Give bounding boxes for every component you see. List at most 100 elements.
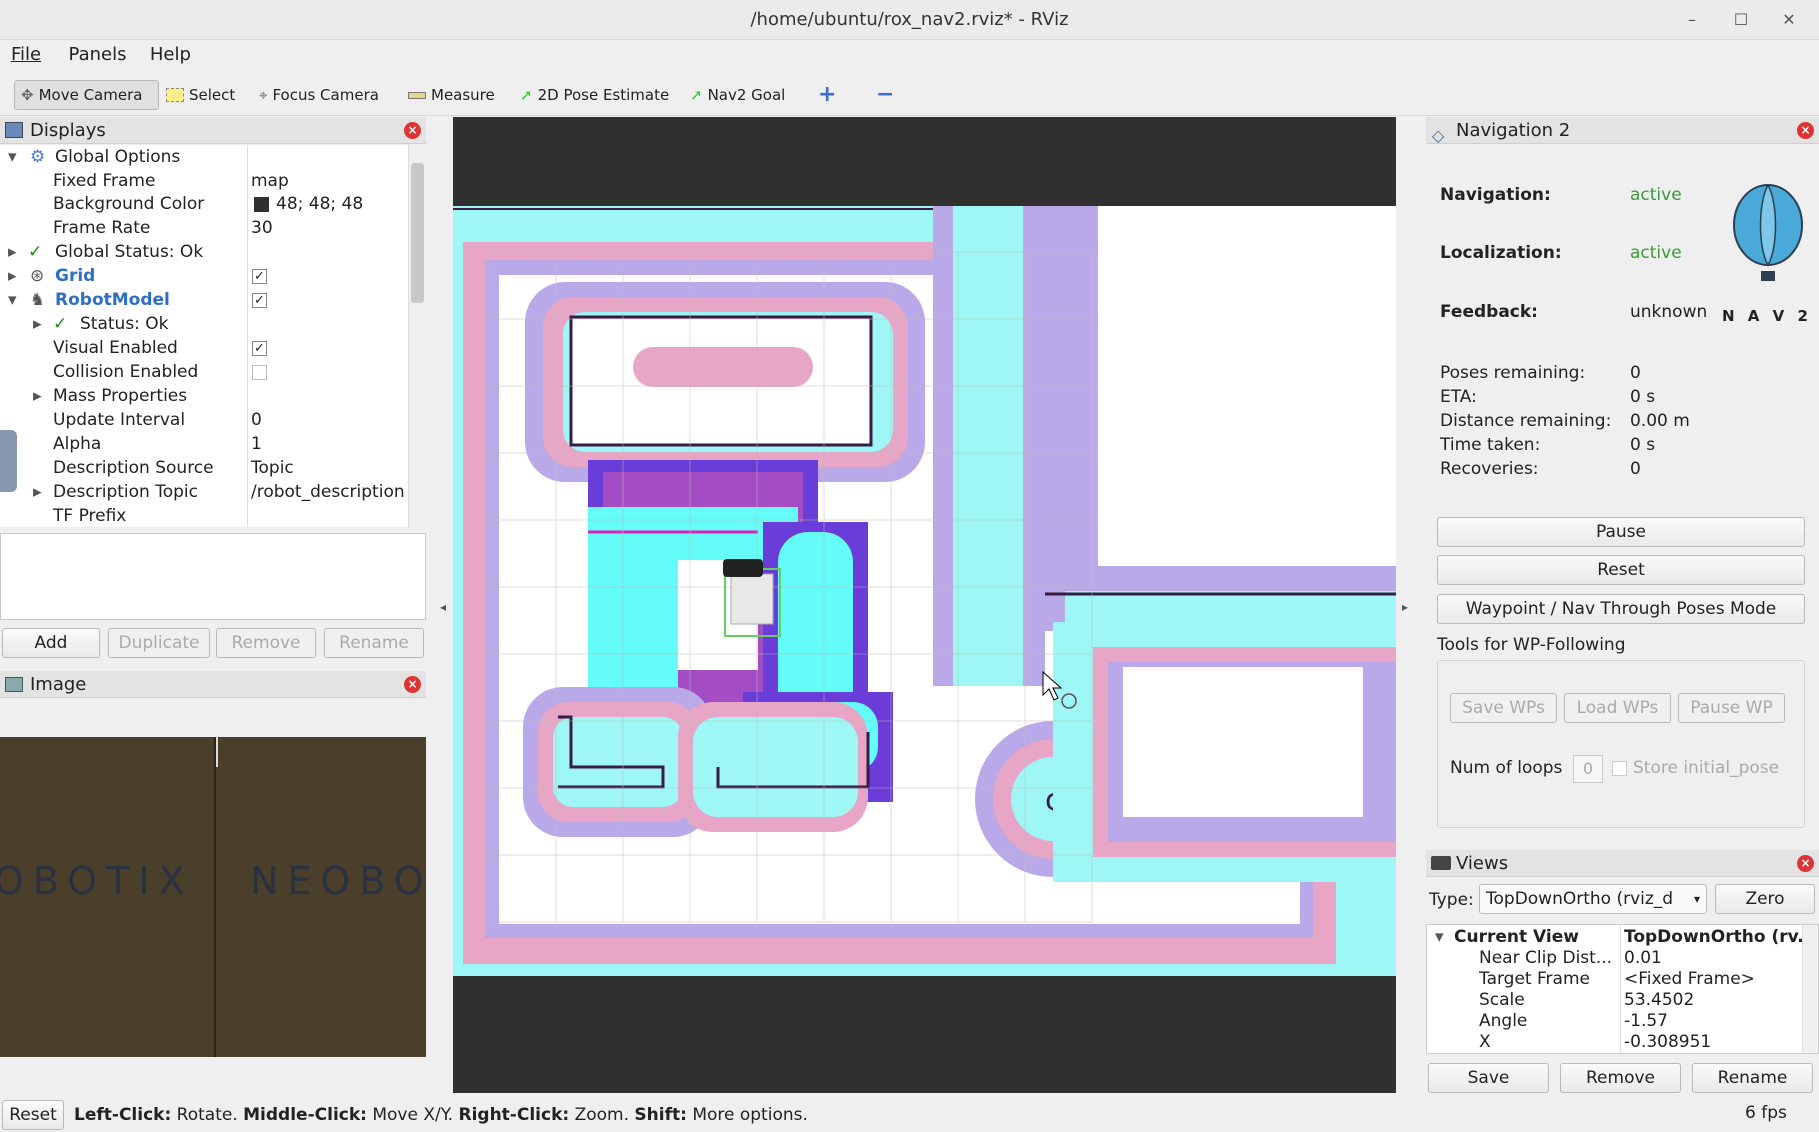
pause-wp-button[interactable]: Pause WP: [1678, 693, 1785, 723]
row-label: Global Status: Ok: [55, 242, 204, 262]
pose-estimate-tool[interactable]: ➚ 2D Pose Estimate: [514, 80, 675, 110]
nav2-goal-label: Nav2 Goal: [707, 86, 786, 104]
row-label: Description Topic: [53, 482, 198, 502]
robot-icon: ♞: [30, 290, 46, 310]
add-display-button[interactable]: Add: [2, 628, 100, 658]
zero-view-button[interactable]: Zero: [1715, 884, 1815, 914]
reset-button[interactable]: Reset: [2, 1100, 64, 1130]
row-value[interactable]: 1: [251, 432, 262, 456]
collision-enabled-checkbox[interactable]: [252, 365, 267, 380]
waypoint-mode-button[interactable]: Waypoint / Nav Through Poses Mode: [1437, 594, 1805, 624]
move-camera-label: Move Camera: [38, 86, 143, 104]
row-value[interactable]: 0: [251, 408, 262, 432]
focus-camera-tool[interactable]: ⌖ Focus Camera: [253, 80, 385, 110]
navigation-status: active: [1630, 185, 1682, 205]
select-tool[interactable]: Select: [160, 80, 241, 110]
focus-camera-icon: ⌖: [259, 86, 268, 104]
recoveries-value: 0: [1630, 459, 1641, 479]
pause-button[interactable]: Pause: [1437, 517, 1805, 547]
reset-nav-button[interactable]: Reset: [1437, 555, 1805, 585]
poses-remaining-label: Poses remaining:: [1440, 363, 1586, 383]
time-taken-label: Time taken:: [1440, 435, 1541, 455]
nav2-logo-text: N A V 2: [1722, 307, 1812, 325]
hint-text: Move X/Y.: [372, 1105, 454, 1125]
store-initial-checkbox[interactable]: [1612, 761, 1627, 776]
views-scrollbar[interactable]: [1802, 925, 1818, 1053]
visual-enabled-checkbox[interactable]: ✓: [252, 341, 267, 356]
rename-view-button[interactable]: Rename: [1692, 1063, 1813, 1093]
toolbar: ✥ Move Camera Select ⌖ Focus Camera Measur…: [0, 70, 1819, 116]
close-icon[interactable]: ×: [404, 122, 421, 139]
measure-tool[interactable]: Measure: [402, 80, 501, 110]
row-label: Visual Enabled: [53, 338, 178, 358]
status-hint: Left-Click: Rotate. Middle-Click: Move X…: [74, 1105, 808, 1125]
close-icon[interactable]: ×: [1797, 855, 1814, 872]
window-title: /home/ubuntu/rox_nav2.rviz* - RViz: [750, 9, 1069, 30]
num-loops-input[interactable]: 0: [1573, 755, 1603, 783]
close-icon[interactable]: ×: [404, 676, 421, 693]
row-value[interactable]: 30: [251, 216, 273, 240]
view-type-select[interactable]: TopDownOrtho (rviz_d ▾: [1479, 884, 1707, 914]
side-dock-handle[interactable]: [0, 430, 17, 492]
store-initial-label: Store initial_pose: [1633, 758, 1780, 778]
row-label: Alpha: [53, 434, 102, 454]
hint-key: Middle-Click:: [243, 1105, 367, 1125]
nav2-title: Navigation 2: [1456, 120, 1571, 141]
hint-text: More options.: [692, 1105, 808, 1125]
displays-scrollbar[interactable]: [408, 145, 426, 527]
measure-label: Measure: [431, 86, 495, 104]
row-value[interactable]: /robot_description: [251, 480, 405, 504]
camera-icon: [1431, 856, 1451, 870]
feedback-status: unknown: [1630, 302, 1708, 322]
nav2-goal-tool[interactable]: ➚ Nav2 Goal: [684, 80, 791, 110]
save-wps-button[interactable]: Save WPs: [1450, 693, 1557, 723]
row-label: Mass Properties: [53, 386, 188, 406]
localization-label: Localization:: [1440, 243, 1562, 263]
move-camera-tool[interactable]: ✥ Move Camera: [14, 80, 159, 110]
distance-remaining-value: 0.00 m: [1630, 411, 1690, 431]
minimize-button[interactable]: –: [1680, 8, 1704, 32]
row-label: X: [1479, 1032, 1491, 1052]
row-label: Collision Enabled: [53, 362, 199, 382]
grid-checkbox[interactable]: ✓: [252, 269, 267, 284]
row-value[interactable]: 48; 48; 48: [276, 192, 363, 216]
remove-tool-button[interactable]: −: [870, 80, 900, 110]
menu-file[interactable]: File: [0, 40, 41, 65]
maximize-button[interactable]: ☐: [1729, 8, 1753, 32]
collapse-right-icon[interactable]: ▸: [1402, 600, 1408, 614]
select-label: Select: [189, 86, 236, 104]
camera-text-right: NEOBOT: [250, 859, 426, 903]
navigation-label: Navigation:: [1440, 185, 1551, 205]
close-window-button[interactable]: ✕: [1777, 8, 1801, 32]
monitor-icon: [5, 122, 23, 138]
scrollbar-thumb[interactable]: [411, 163, 424, 303]
row-label: Fixed Frame: [53, 171, 156, 191]
robotmodel-checkbox[interactable]: ✓: [252, 293, 267, 308]
duplicate-display-button[interactable]: Duplicate: [108, 628, 210, 658]
menu-panels[interactable]: Panels: [47, 40, 127, 65]
load-wps-button[interactable]: Load WPs: [1564, 693, 1671, 723]
collapse-left-icon[interactable]: ◂: [440, 600, 446, 614]
save-view-button[interactable]: Save: [1428, 1063, 1549, 1093]
add-tool-button[interactable]: +: [812, 80, 842, 110]
menu-help[interactable]: Help: [132, 40, 191, 65]
remove-view-button[interactable]: Remove: [1560, 1063, 1681, 1093]
green-arrow-icon: ➚: [690, 86, 703, 104]
remove-display-button[interactable]: Remove: [216, 628, 316, 658]
display-description-area: [0, 533, 426, 620]
grid-icon: ⊛: [30, 266, 45, 286]
row-value[interactable]: -0.308951: [1624, 1030, 1711, 1053]
close-icon[interactable]: ×: [1797, 122, 1814, 139]
color-swatch[interactable]: [254, 197, 269, 212]
check-icon: ✓: [53, 314, 68, 334]
render-viewport[interactable]: c: [453, 117, 1396, 1093]
row-value[interactable]: map: [251, 169, 289, 193]
chevron-down-icon: ▾: [1693, 892, 1700, 906]
hint-text: Rotate.: [176, 1105, 238, 1125]
rename-display-button[interactable]: Rename: [324, 628, 424, 658]
row-value[interactable]: Topic: [251, 456, 294, 480]
displays-tree: ▾ ⚙ Global Options Fixed Frame map Backgrou…: [0, 145, 426, 527]
row-label: Grid: [55, 266, 96, 286]
fps-indicator: 6 fps: [1745, 1103, 1787, 1123]
nav2-panel-body: Navigation: active Localization: active …: [1426, 145, 1819, 845]
